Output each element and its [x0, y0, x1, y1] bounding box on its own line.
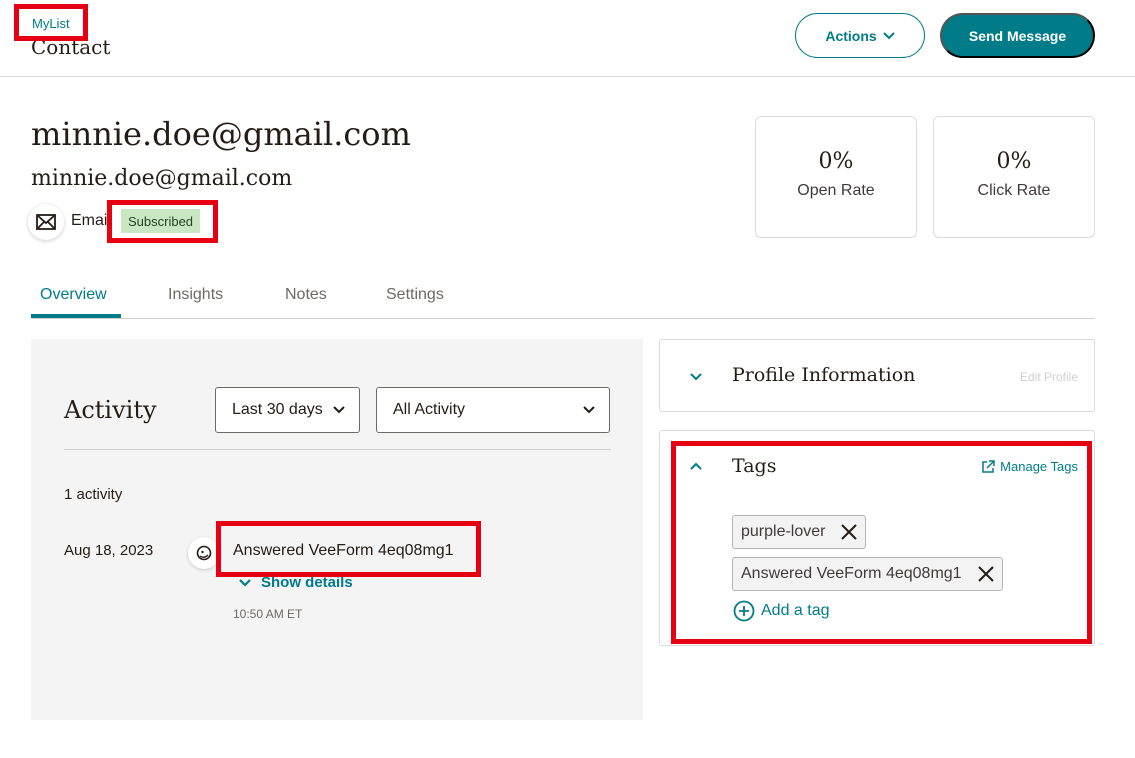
tab-settings[interactable]: Settings	[386, 286, 444, 304]
chevron-up-icon[interactable]	[690, 462, 702, 470]
manage-tags-link[interactable]: Manage Tags	[981, 459, 1078, 474]
tags-card: Tags Manage Tags purple-lover Answered V…	[659, 430, 1095, 646]
send-message-button[interactable]: Send Message	[940, 13, 1095, 58]
tag-label: purple-lover	[741, 523, 826, 540]
edit-profile-link[interactable]: Edit Profile	[1020, 370, 1078, 384]
activity-item-name: Answered VeeForm 4eq08mg1	[233, 542, 454, 559]
tab-notes[interactable]: Notes	[285, 286, 327, 304]
open-rate-value: 0%	[818, 149, 854, 174]
date-range-select[interactable]: Last 30 days	[215, 387, 360, 433]
activity-type-select[interactable]: All Activity	[376, 387, 610, 433]
tag-chip: purple-lover	[732, 515, 867, 549]
chevron-down-icon[interactable]	[690, 373, 702, 381]
activity-date: Aug 18, 2023	[64, 542, 154, 559]
breadcrumb-mylist[interactable]: MyList	[32, 16, 70, 31]
tag-chip: Answered VeeForm 4eq08mg1	[732, 557, 1003, 591]
close-icon[interactable]	[977, 566, 994, 582]
plus-circle-icon	[733, 600, 755, 622]
active-tab-indicator	[31, 314, 121, 318]
open-rate-label: Open Rate	[797, 182, 875, 199]
tab-overview[interactable]: Overview	[40, 286, 107, 304]
contact-email-title: minnie.doe@gmail.com	[31, 115, 411, 153]
chevron-down-icon	[882, 31, 895, 39]
add-tag-button[interactable]: Add a tag	[733, 600, 830, 622]
tag-label: Answered VeeForm 4eq08mg1	[741, 565, 962, 582]
click-rate-value: 0%	[996, 149, 1032, 174]
add-tag-label: Add a tag	[761, 602, 830, 619]
tab-insights[interactable]: Insights	[168, 286, 223, 304]
chevron-down-icon	[333, 406, 345, 414]
activity-time: 10:50 AM ET	[233, 607, 303, 621]
chevron-down-icon	[239, 578, 251, 587]
activity-count: 1 activity	[64, 486, 123, 503]
tab-bar: Overview Insights Notes Settings	[31, 283, 1095, 319]
external-link-icon	[982, 459, 995, 473]
manage-tags-label: Manage Tags	[1000, 459, 1078, 474]
click-rate-card: 0% Click Rate	[933, 116, 1095, 238]
tags-title: Tags	[732, 455, 777, 477]
date-range-value: Last 30 days	[232, 401, 323, 418]
top-bar: MyList Contact Actions Send Message	[0, 0, 1135, 77]
close-icon[interactable]	[841, 524, 858, 540]
click-rate-label: Click Rate	[977, 182, 1051, 199]
status-badge: Subscribed	[121, 209, 201, 233]
show-details-label: Show details	[261, 574, 353, 591]
activity-divider	[64, 449, 611, 450]
open-rate-card: 0% Open Rate	[755, 116, 917, 238]
page-title: Contact	[31, 35, 111, 59]
show-details-link[interactable]: Show details	[239, 574, 353, 591]
actions-label: Actions	[825, 27, 877, 44]
actions-button[interactable]: Actions	[795, 13, 925, 58]
mail-icon	[28, 204, 64, 240]
profile-information-card: Profile Information Edit Profile	[659, 339, 1095, 412]
profile-information-title: Profile Information	[732, 364, 916, 386]
activity-title: Activity	[64, 396, 157, 424]
channel-label: Email	[71, 212, 112, 229]
chevron-down-icon	[583, 406, 595, 414]
activity-type-value: All Activity	[393, 401, 466, 418]
activity-panel: Activity Last 30 days All Activity 1 act…	[31, 339, 643, 720]
contact-email-subtitle: minnie.doe@gmail.com	[31, 166, 293, 191]
mailchimp-icon	[188, 537, 220, 569]
